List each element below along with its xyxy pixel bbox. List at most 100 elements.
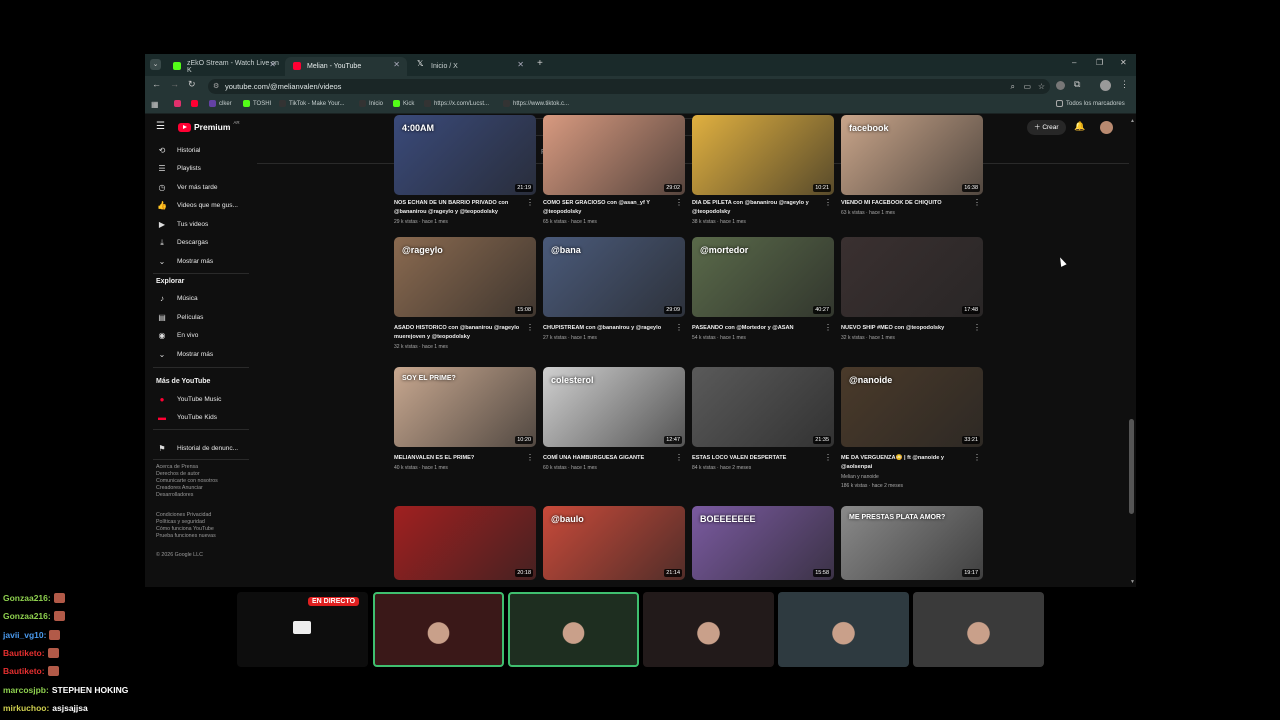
sidebar-item[interactable]: ⟲ Historial	[145, 141, 250, 159]
close-icon[interactable]: ✕	[517, 60, 524, 69]
video-menu-icon[interactable]: ⋮	[526, 454, 534, 462]
bookmark-star-icon[interactable]: ☆	[1038, 79, 1045, 94]
video-thumbnail[interactable]: @nanoide 33:21	[841, 367, 983, 447]
tab-search-icon[interactable]: ⌄	[150, 59, 161, 70]
sidebar-item[interactable]: ▤ Películas	[145, 308, 250, 326]
sidebar-item[interactable]: ● YouTube Music	[145, 390, 250, 408]
video-thumbnail[interactable]: 17:48	[841, 237, 983, 317]
video-card[interactable]: @baulo 21:14	[543, 506, 685, 587]
live-preview[interactable]: EN DIRECTO	[237, 592, 368, 667]
video-thumbnail[interactable]: 10:21	[692, 115, 834, 195]
video-menu-icon[interactable]: ⋮	[973, 324, 981, 332]
video-menu-icon[interactable]: ⋮	[675, 199, 683, 207]
sidebar-item[interactable]: ♪ Música	[145, 289, 250, 307]
all-bookmarks[interactable]: Todos los marcadores	[1056, 100, 1125, 107]
stream-cam-1[interactable]	[373, 592, 504, 667]
video-thumbnail[interactable]: colesterol 12:47	[543, 367, 685, 447]
new-tab-button[interactable]: +	[537, 58, 543, 69]
video-thumbnail[interactable]: BOEEEEEEE 15:58	[692, 506, 834, 580]
stream-cam-5[interactable]	[913, 592, 1044, 667]
bookmark-tiktok[interactable]: TikTok - Make Your...	[279, 100, 344, 107]
stream-cam-4[interactable]	[778, 592, 909, 667]
video-menu-icon[interactable]: ⋮	[824, 324, 832, 332]
video-menu-icon[interactable]: ⋮	[824, 199, 832, 207]
bookmark-inicio[interactable]: Inicio	[359, 100, 383, 107]
sidebar-item[interactable]: ⚑ Historial de denunc...	[145, 439, 250, 457]
tab-x[interactable]: 𝕏 Inicio / X ✕	[409, 57, 531, 76]
tab-kick[interactable]: zEkO Stream - Watch Live on K ✕	[165, 57, 283, 76]
video-card[interactable]: 17:48 NUEVO SHIP #MEO con @teopodolsky ⋮ 32…	[841, 237, 983, 367]
video-title[interactable]: MELIANVALEN ES EL PRIME?	[394, 454, 524, 463]
bookmark-x-lucst[interactable]: https://x.com/Lucst...	[424, 100, 489, 107]
sidebar-item[interactable]: ◉ En vivo	[145, 326, 250, 344]
bookmark-toshi[interactable]: TOSHI	[243, 100, 271, 107]
video-card[interactable]: @rageylo 15:08 ASADO HISTORICO con @banani…	[394, 237, 536, 367]
scroll-down-icon[interactable]: ▼	[1130, 579, 1135, 585]
account-avatar[interactable]	[1100, 121, 1113, 134]
notifications-bell-icon[interactable]: 🔔	[1074, 121, 1085, 132]
scroll-up-icon[interactable]: ▲	[1130, 118, 1135, 124]
video-title[interactable]: COMO SER GRACIOSO con @asan_yf Y @teopod…	[543, 199, 673, 217]
back-icon[interactable]: ←	[152, 79, 161, 89]
bookmark-tiktok-url[interactable]: https://www.tiktok.c...	[503, 100, 569, 107]
video-title[interactable]: DIA DE PILETA con @bananirou @rageylo y …	[692, 199, 822, 217]
sidebar-item[interactable]: ☰ Playlists	[145, 160, 250, 178]
close-icon[interactable]: ✕	[269, 60, 276, 69]
close-icon[interactable]: ✕	[393, 60, 400, 69]
video-card[interactable]: SOY EL PRIME? 10:20 MELIANVALEN ES EL PRIM…	[394, 367, 536, 497]
video-card[interactable]: @nanoide 33:21 ME DA VERGUENZA😳 | ft @nano…	[841, 367, 983, 497]
video-thumbnail[interactable]: SOY EL PRIME? 10:20	[394, 367, 536, 447]
stream-cam-2[interactable]	[508, 592, 639, 667]
video-menu-icon[interactable]: ⋮	[675, 324, 683, 332]
extensions-puzzle-icon[interactable]: ⧉	[1074, 79, 1080, 90]
video-card[interactable]: colesterol 12:47 COMÍ UNA HAMBURGUESA GIGA…	[543, 367, 685, 497]
video-thumbnail[interactable]: @baulo 21:14	[543, 506, 685, 580]
window-close-button[interactable]: ✕	[1120, 58, 1127, 67]
video-thumbnail[interactable]: @rageylo 15:08	[394, 237, 536, 317]
sidebar-item[interactable]: ⌄ Mostrar más	[145, 345, 250, 363]
create-button[interactable]: ＋ Crear	[1027, 120, 1066, 135]
bookmark-instagram[interactable]	[174, 100, 181, 107]
cast-icon[interactable]: ▭	[1023, 79, 1031, 94]
forward-icon[interactable]: →	[170, 79, 179, 89]
chat-username[interactable]: Bautiketo:	[3, 648, 45, 658]
bookmark-youtube[interactable]	[191, 100, 198, 107]
video-thumbnail[interactable]: @mortedor 40:27	[692, 237, 834, 317]
video-thumbnail[interactable]: 29:02	[543, 115, 685, 195]
tab-youtube[interactable]: Melian - YouTube ✕	[285, 57, 407, 76]
video-thumbnail[interactable]: ME PRESTAS PLATA AMOR? 19:17	[841, 506, 983, 580]
video-menu-icon[interactable]: ⋮	[526, 324, 534, 332]
bookmark-kick[interactable]: Kick	[393, 100, 414, 107]
video-title[interactable]: NOS ECHAN DE UN BARRIO PRIVADO con @bana…	[394, 199, 524, 217]
video-title[interactable]: VIENDO MI FACEBOOK DE CHIQUITO	[841, 199, 971, 208]
youtube-logo[interactable]: Premium AR	[178, 120, 240, 132]
menu-kebab-icon[interactable]: ⋮	[1120, 79, 1129, 90]
sidebar-item[interactable]: ◷ Ver más tarde	[145, 178, 250, 196]
extension-icon[interactable]	[1056, 81, 1065, 90]
sidebar-item[interactable]: ▬ YouTube Kids	[145, 408, 250, 426]
video-card[interactable]: @bana 29:09 CHUPISTREAM con @bananirou y @…	[543, 237, 685, 367]
reload-icon[interactable]: ↻	[188, 79, 196, 90]
video-card[interactable]: 21:35 ESTAS LOCO VALEN DESPERTATE ⋮ 84 k vi…	[692, 367, 834, 497]
video-thumbnail[interactable]: 21:35	[692, 367, 834, 447]
video-menu-icon[interactable]: ⋮	[526, 199, 534, 207]
chat-username[interactable]: marcosjpb:	[3, 685, 49, 695]
video-menu-icon[interactable]: ⋮	[973, 454, 981, 462]
bookmark-clker[interactable]: clker	[209, 100, 232, 107]
video-thumbnail[interactable]: 4:00AM 21:19	[394, 115, 536, 195]
video-card[interactable]: BOEEEEEEE 15:58	[692, 506, 834, 587]
video-thumbnail[interactable]: @bana 29:09	[543, 237, 685, 317]
video-title[interactable]: ME DA VERGUENZA😳 | ft @nanoide y @aolsen…	[841, 454, 971, 472]
scrollbar[interactable]	[1129, 419, 1134, 514]
video-title[interactable]: PASEANDO con @Mortedor y @ASAN	[692, 324, 822, 333]
profile-avatar[interactable]	[1100, 80, 1111, 91]
zoom-icon[interactable]: ⌕	[1011, 79, 1015, 94]
video-title[interactable]: CHUPISTREAM con @bananirou y @rageylo	[543, 324, 673, 333]
chat-username[interactable]: Bautiketo:	[3, 666, 45, 676]
video-title[interactable]: NUEVO SHIP #MEO con @teopodolsky	[841, 324, 971, 333]
sidebar-item[interactable]: ⌄ Mostrar más	[145, 252, 250, 270]
video-channel[interactable]: Melian y nanoide	[841, 474, 879, 480]
stream-cam-3[interactable]	[643, 592, 774, 667]
chat-username[interactable]: mirkuchoo:	[3, 703, 49, 713]
video-title[interactable]: COMÍ UNA HAMBURGUESA GIGANTE	[543, 454, 673, 463]
